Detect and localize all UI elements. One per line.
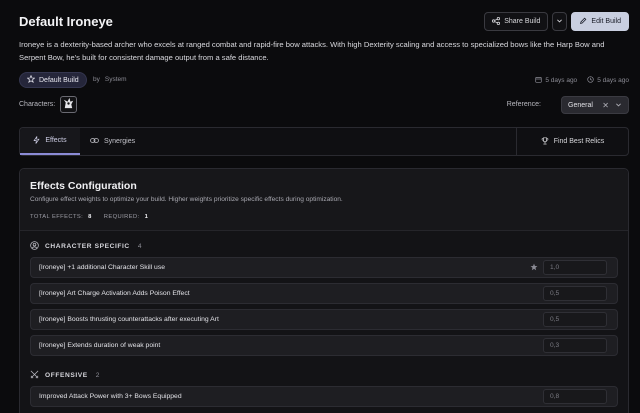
- effect-weight-input[interactable]: 0,3: [543, 338, 607, 353]
- tab-effects-label: Effects: [45, 137, 67, 144]
- effect-label: [Ironeye] Extends duration of weak point: [39, 342, 161, 349]
- effect-weight-input[interactable]: 0,8: [543, 389, 607, 404]
- header-actions: Share Build Edit Build: [484, 12, 629, 31]
- share-icon: [492, 16, 501, 27]
- effect-label: [Ironeye] Boosts thrusting counterattack…: [39, 316, 219, 323]
- updated-date: 5 days ago: [587, 76, 629, 85]
- effect-row[interactable]: [Ironeye] Extends duration of weak point…: [30, 335, 618, 356]
- calendar-icon: [535, 76, 543, 85]
- section-character-specific: CHARACTER SPECIFIC 4: [30, 241, 618, 252]
- effect-label: Improved Attack Power with 3+ Bows Equip…: [39, 393, 182, 400]
- star-icon[interactable]: [530, 263, 538, 273]
- reference-value: General: [568, 101, 593, 109]
- section-count: 2: [95, 372, 101, 379]
- ironeye-portrait-icon: [62, 97, 75, 112]
- person-circle-icon: [30, 241, 39, 252]
- edit-build-button[interactable]: Edit Build: [571, 12, 629, 31]
- find-best-relics-label: Find Best Relics: [553, 138, 605, 145]
- effect-row[interactable]: [Ironeye] Boosts thrusting counterattack…: [30, 309, 618, 330]
- effect-row[interactable]: Improved Attack Power with 3+ Bows Equip…: [30, 386, 618, 407]
- section-count: 4: [137, 243, 143, 250]
- chevron-down-icon: [556, 17, 563, 26]
- panel-title: Effects Configuration: [30, 180, 137, 192]
- created-date-text: 5 days ago: [545, 77, 578, 84]
- find-best-relics-button[interactable]: Find Best Relics: [516, 128, 628, 155]
- effect-row[interactable]: [Ironeye] Art Charge Activation Adds Poi…: [30, 283, 618, 304]
- lightning-icon: [33, 135, 40, 146]
- total-effects: TOTAL EFFECTS: 8: [30, 214, 92, 220]
- section-title: CHARACTER SPECIFIC: [45, 243, 130, 250]
- effect-row[interactable]: [Ironeye] +1 additional Character Skill …: [30, 257, 618, 278]
- panel-header: Effects Configuration Configure effect w…: [20, 169, 628, 231]
- total-effects-label: TOTAL EFFECTS:: [30, 214, 84, 220]
- characters-label: Characters:: [19, 101, 56, 108]
- required-effects: REQUIRED: 1: [104, 214, 148, 220]
- trophy-icon: [541, 136, 549, 147]
- link-icon: [90, 137, 99, 146]
- edit-build-label: Edit Build: [591, 18, 621, 25]
- default-build-badge: Default Build: [19, 72, 87, 88]
- author-info: by System: [93, 76, 127, 83]
- badge-label: Default Build: [39, 76, 79, 84]
- effect-weight-input[interactable]: 0,5: [543, 286, 607, 301]
- created-date: 5 days ago: [535, 76, 577, 85]
- effect-weight-input[interactable]: 0,5: [543, 312, 607, 327]
- share-build-button[interactable]: Share Build: [484, 12, 549, 31]
- author-name: System: [104, 76, 127, 83]
- star-icon: [26, 74, 36, 85]
- effect-totals: TOTAL EFFECTS: 8 REQUIRED: 1: [30, 214, 148, 220]
- effect-weight-input[interactable]: 1,0: [543, 260, 607, 275]
- share-build-label: Share Build: [504, 18, 541, 25]
- section-title: OFFENSIVE: [45, 372, 88, 379]
- tab-synergies[interactable]: Synergies: [90, 128, 135, 155]
- tab-bar: Effects Synergies Find Best Relics: [19, 127, 629, 156]
- tab-effects[interactable]: Effects: [20, 128, 80, 155]
- build-meta: Default Build by System 5 days ago 5 days…: [19, 72, 629, 88]
- clear-icon[interactable]: ✕: [602, 101, 609, 110]
- crossed-swords-icon: [30, 370, 39, 381]
- ironeye-avatar[interactable]: [60, 96, 77, 113]
- clock-icon: [587, 76, 594, 85]
- reference-label: Reference:: [506, 101, 541, 108]
- panel-subtitle: Configure effect weights to optimize you…: [30, 196, 343, 203]
- chevron-down-icon: [615, 101, 622, 110]
- required-value: 1: [144, 214, 149, 220]
- build-dates: 5 days ago 5 days ago: [535, 76, 629, 85]
- effects-configuration-panel: Effects Configuration Configure effect w…: [19, 168, 629, 413]
- required-label: REQUIRED:: [103, 214, 140, 220]
- tab-synergies-label: Synergies: [104, 138, 136, 145]
- updated-date-text: 5 days ago: [597, 77, 629, 84]
- section-offensive: OFFENSIVE 2: [30, 370, 618, 381]
- by-label: by: [93, 76, 100, 83]
- build-description: Ironeye is a dexterity-based archer who …: [19, 40, 605, 62]
- effect-label: [Ironeye] Art Charge Activation Adds Poi…: [39, 290, 190, 297]
- reference-select[interactable]: General ✕: [561, 96, 629, 114]
- page-title: Default Ironeye: [19, 14, 113, 29]
- total-effects-value: 8: [88, 214, 92, 220]
- effect-label: [Ironeye] +1 additional Character Skill …: [39, 264, 166, 271]
- pencil-icon: [579, 17, 587, 27]
- characters-row: Characters: Reference: General ✕: [19, 96, 629, 114]
- more-options-button[interactable]: [552, 12, 568, 31]
